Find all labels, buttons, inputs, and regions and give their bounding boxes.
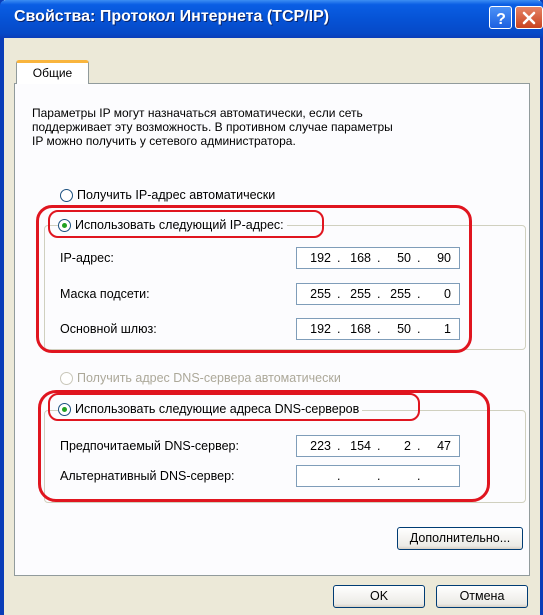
radio-ip-auto-label: Получить IP-адрес автоматически — [77, 188, 276, 202]
subnet-mask-input[interactable]: 255 . 255 . 255 . 0 — [296, 283, 460, 305]
ip-separator: . — [417, 322, 421, 336]
radio-indicator — [58, 218, 71, 232]
ip-separator: . — [337, 251, 341, 265]
ip-separator: . — [377, 322, 381, 336]
radio-indicator — [60, 188, 73, 202]
help-button[interactable]: ? — [489, 6, 512, 29]
ip-separator: . — [377, 469, 381, 483]
ip-separator: . — [337, 287, 341, 301]
ip-octet: 50 — [397, 251, 411, 265]
alternate-dns-input[interactable]: . . . — [296, 465, 460, 487]
advanced-button[interactable]: Дополнительно... — [397, 527, 523, 550]
ip-octet: 255 — [390, 287, 411, 301]
ip-octet: 223 — [310, 439, 331, 453]
ip-octet: 50 — [397, 322, 411, 336]
radio-ip-manual-label: Использовать следующий IP-адрес: — [75, 218, 284, 232]
svg-text:?: ? — [496, 11, 506, 26]
ip-octet: 2 — [404, 439, 411, 453]
ip-separator: . — [337, 469, 341, 483]
question-mark-icon: ? — [496, 11, 506, 26]
ok-button[interactable]: OK — [333, 585, 425, 608]
ip-octet: 168 — [350, 322, 371, 336]
default-gateway-input[interactable]: 192 . 168 . 50 . 1 — [296, 318, 460, 340]
radio-ip-auto[interactable]: Получить IP-адрес автоматически — [60, 188, 279, 202]
close-x-icon — [522, 11, 536, 24]
ip-octet: 168 — [350, 251, 371, 265]
radio-ip-manual[interactable]: Использовать следующий IP-адрес: — [58, 218, 287, 232]
ip-octet: 47 — [437, 439, 451, 453]
ip-octet: 1 — [444, 322, 451, 336]
cancel-button[interactable]: Отмена — [436, 585, 528, 608]
ip-address-input[interactable]: 192 . 168 . 50 . 90 — [296, 247, 460, 269]
ip-address-label: IP-адрес: — [60, 251, 114, 265]
ip-octet: 0 — [444, 287, 451, 301]
description-text: Параметры IP могут назначаться автоматич… — [32, 106, 512, 148]
ip-separator: . — [417, 251, 421, 265]
radio-indicator — [60, 371, 73, 385]
ip-separator: . — [377, 439, 381, 453]
subnet-mask-label: Маска подсети: — [60, 287, 150, 301]
radio-indicator — [58, 402, 71, 416]
default-gateway-label: Основной шлюз: — [60, 322, 157, 336]
ip-octet: 154 — [350, 439, 371, 453]
ip-separator: . — [377, 287, 381, 301]
ip-octet: 192 — [310, 322, 331, 336]
ip-separator: . — [337, 322, 341, 336]
ip-separator: . — [337, 439, 341, 453]
alternate-dns-label: Альтернативный DNS-сервер: — [60, 469, 235, 483]
ip-octet: 255 — [350, 287, 371, 301]
preferred-dns-input[interactable]: 223 . 154 . 2 . 47 — [296, 435, 460, 457]
ip-separator: . — [417, 469, 421, 483]
radio-dns-manual-label: Использовать следующие адреса DNS-сервер… — [75, 402, 360, 416]
preferred-dns-label: Предпочитаемый DNS-сервер: — [60, 439, 239, 453]
tab-general[interactable]: Общие — [16, 60, 89, 84]
radio-dns-auto[interactable]: Получить адрес DNS-сервера автоматически — [60, 371, 344, 385]
title-bar[interactable]: Свойства: Протокол Интернета (TCP/IP) ? — [0, 0, 543, 38]
radio-dns-manual[interactable]: Использовать следующие адреса DNS-сервер… — [58, 402, 363, 416]
ip-octet: 255 — [310, 287, 331, 301]
ip-octet: 90 — [437, 251, 451, 265]
description-line: Параметры IP могут назначаться автоматич… — [32, 106, 363, 120]
ip-separator: . — [377, 251, 381, 265]
radio-dns-auto-label: Получить адрес DNS-сервера автоматически — [77, 371, 341, 385]
description-line: поддерживает эту возможность. В противно… — [32, 120, 393, 134]
ip-separator: . — [417, 287, 421, 301]
close-button[interactable] — [515, 6, 543, 29]
description-line: IP можно получить у сетевого администрат… — [32, 134, 296, 148]
ip-octet: 192 — [310, 251, 331, 265]
ip-separator: . — [417, 439, 421, 453]
window-title: Свойства: Протокол Интернета (TCP/IP) — [14, 8, 330, 25]
